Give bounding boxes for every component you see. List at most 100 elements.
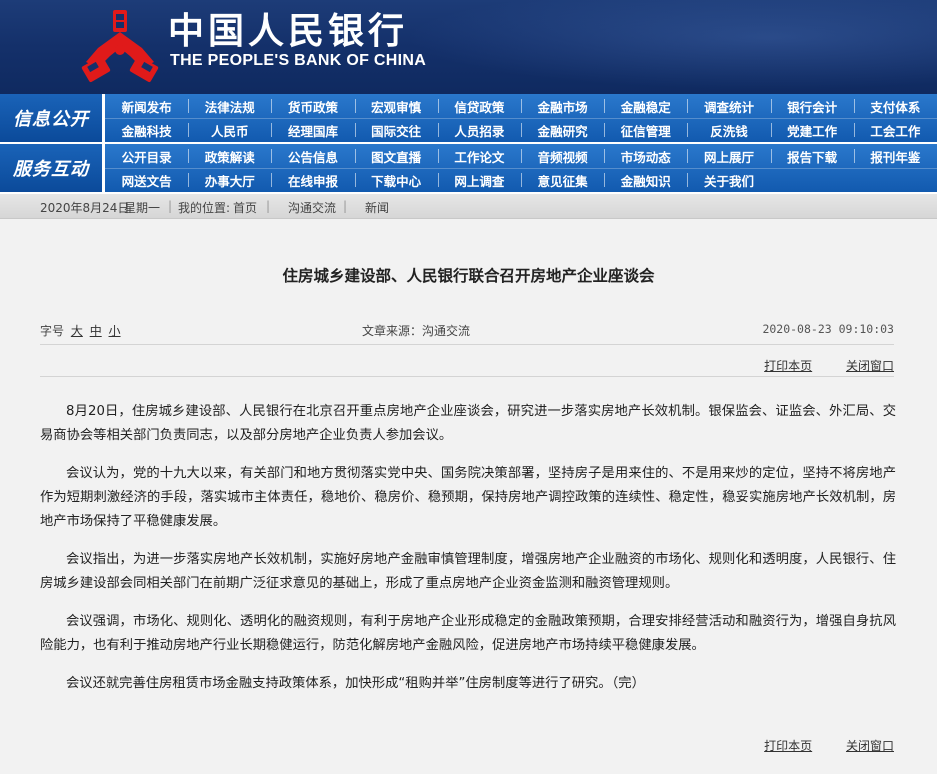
nav-link[interactable]: 工作论文 — [438, 145, 521, 168]
main-navigation: 信息公开 新闻发布 法律法规 货币政策 宏观审慎 信贷政策 金融市场 金融稳定 调查统计 银行会… — [0, 94, 937, 194]
nav-link[interactable]: 网上调查 — [438, 169, 521, 192]
font-size-small-link[interactable]: 小 — [109, 324, 121, 338]
nav-link[interactable]: 政策解读 — [188, 145, 271, 168]
nav-link[interactable]: 人员招录 — [438, 119, 521, 142]
font-size-large-link[interactable]: 大 — [71, 324, 83, 338]
nav-link[interactable]: 公告信息 — [271, 145, 354, 168]
nav-link[interactable]: 关于我们 — [687, 169, 770, 192]
nav-link[interactable]: 办事大厅 — [188, 169, 271, 192]
nav-link[interactable]: 网上展厅 — [687, 145, 770, 168]
nav-link[interactable]: 图文直播 — [355, 145, 438, 168]
article-body: 8月20日，住房城乡建设部、人民银行在北京召开重点房地产企业座谈会，研究进一步落… — [40, 400, 896, 710]
nav-separator — [437, 123, 439, 137]
nav-separator — [271, 173, 273, 187]
breadcrumb-level2-link[interactable]: 新闻 — [365, 199, 389, 216]
nav-link[interactable]: 金融研究 — [521, 119, 604, 142]
nav-separator — [687, 123, 689, 137]
nav-separator — [604, 149, 606, 163]
breadcrumb-separator: | — [343, 199, 348, 213]
nav-separator — [770, 99, 772, 113]
site-header: 中国人民银行 THE PEOPLE'S BANK OF CHINA — [0, 0, 937, 94]
nav-separator — [521, 99, 522, 113]
nav-link[interactable]: 调查统计 — [687, 95, 770, 118]
nav-link[interactable]: 支付体系 — [854, 95, 937, 118]
article-paragraph: 会议指出，为进一步落实房地产长效机制，实施好房地产金融审慎管理制度，增强房地产企… — [40, 552, 896, 591]
nav-link[interactable]: 国际交往 — [355, 119, 438, 142]
header-glow — [377, 0, 937, 94]
breadcrumb-location-label: 我的位置: — [178, 201, 231, 215]
nav-link[interactable]: 报告下载 — [771, 145, 854, 168]
nav-link[interactable]: 在线申报 — [271, 169, 354, 192]
breadcrumb-home-link[interactable]: 首页 — [233, 199, 257, 216]
nav-link[interactable]: 公开目录 — [105, 145, 188, 168]
nav-link[interactable]: 征信管理 — [604, 119, 687, 142]
article-actions-top: 打印本页 关闭窗口 — [734, 357, 894, 374]
nav-separator — [188, 173, 190, 187]
nav-separator — [687, 173, 689, 187]
font-size-medium-link[interactable]: 中 — [90, 324, 102, 338]
breadcrumb: 2020年8月24日 星期一 | 我的位置: 首页 | 沟通交流 | 新闻 — [0, 194, 937, 219]
nav-link[interactable]: 新闻发布 — [105, 95, 188, 118]
nav-separator — [604, 123, 606, 137]
nav-link[interactable]: 音频视频 — [521, 145, 604, 168]
nav-separator — [770, 149, 772, 163]
breadcrumb-level1-link[interactable]: 沟通交流 — [288, 199, 336, 216]
nav-link[interactable]: 金融稳定 — [604, 95, 687, 118]
nav-link[interactable]: 宏观审慎 — [355, 95, 438, 118]
nav-link[interactable]: 报刊年鉴 — [854, 145, 937, 168]
logo-english-name: THE PEOPLE'S BANK OF CHINA — [170, 52, 427, 69]
nav-separator — [604, 173, 606, 187]
nav-separator — [354, 149, 356, 163]
nav-separator — [437, 173, 439, 187]
print-page-link[interactable]: 打印本页 — [764, 359, 812, 373]
nav-link[interactable]: 下载中心 — [355, 169, 438, 192]
breadcrumb-separator: | — [266, 199, 271, 213]
nav-separator — [354, 173, 356, 187]
nav-link[interactable]: 经理国库 — [271, 119, 354, 142]
nav-section-service-label[interactable]: 服务互动 — [0, 144, 102, 192]
print-page-link[interactable]: 打印本页 — [764, 739, 812, 753]
article-paragraph: 会议还就完善住房租赁市场金融支持政策体系，加快形成“租购并举”住房制度等进行了研… — [66, 676, 645, 691]
font-size-label: 字号 — [40, 324, 65, 338]
nav-link[interactable]: 网送文告 — [105, 169, 188, 192]
nav-separator — [521, 173, 522, 187]
close-window-link[interactable]: 关闭窗口 — [846, 359, 894, 373]
nav-separator — [437, 149, 439, 163]
nav-link[interactable]: 法律法规 — [188, 95, 271, 118]
nav-separator — [604, 99, 606, 113]
nav-link[interactable]: 反洗钱 — [687, 119, 770, 142]
nav-grid-service: 公开目录 政策解读 公告信息 图文直播 工作论文 音频视频 市场动态 网上展厅 报告下载 报刊年鉴… — [105, 144, 937, 192]
nav-link[interactable]: 人民币 — [188, 119, 271, 142]
nav-separator — [521, 149, 522, 163]
article-actions-bottom: 打印本页 关闭窗口 — [734, 737, 894, 754]
nav-link[interactable]: 意见征集 — [521, 169, 604, 192]
nav-section-info: 信息公开 新闻发布 法律法规 货币政策 宏观审慎 信贷政策 金融市场 金融稳定 调查统计 银行会… — [0, 94, 937, 144]
actions-divider — [40, 376, 894, 377]
pboc-emblem-icon[interactable] — [80, 8, 160, 84]
nav-separator — [770, 123, 772, 137]
nav-link[interactable]: 党建工作 — [771, 119, 854, 142]
current-weekday: 星期一 — [124, 201, 161, 215]
nav-separator — [853, 149, 855, 163]
nav-separator — [354, 123, 356, 137]
article-source: 文章来源：沟通交流 — [362, 324, 471, 338]
nav-separator — [437, 99, 439, 113]
close-window-link[interactable]: 关闭窗口 — [846, 739, 894, 753]
nav-link[interactable]: 金融知识 — [604, 169, 687, 192]
nav-section-info-label[interactable]: 信息公开 — [0, 94, 102, 142]
nav-section-service: 服务互动 公开目录 政策解读 公告信息 图文直播 工作论文 音频视频 市场动态 网上展厅 报告下… — [0, 144, 937, 194]
nav-link[interactable]: 金融科技 — [105, 119, 188, 142]
nav-separator — [271, 149, 273, 163]
article-container: 住房城乡建设部、人民银行联合召开房地产企业座谈会 字号 大 中 小 文章来源：沟… — [0, 220, 937, 774]
nav-link[interactable]: 工会工作 — [854, 119, 937, 142]
nav-separator — [853, 99, 855, 113]
nav-link[interactable]: 市场动态 — [604, 145, 687, 168]
font-size-control: 字号 大 中 小 — [40, 322, 121, 339]
nav-link[interactable]: 货币政策 — [271, 95, 354, 118]
current-date: 2020年8月24日 — [40, 201, 130, 215]
nav-link[interactable]: 金融市场 — [521, 95, 604, 118]
article-meta: 字号 大 中 小 文章来源：沟通交流 2020-08-23 09:10:03 — [40, 322, 894, 340]
nav-link[interactable]: 银行会计 — [771, 95, 854, 118]
nav-link[interactable]: 信贷政策 — [438, 95, 521, 118]
article-paragraph: 8月20日，住房城乡建设部、人民银行在北京召开重点房地产企业座谈会，研究进一步落… — [40, 404, 896, 443]
